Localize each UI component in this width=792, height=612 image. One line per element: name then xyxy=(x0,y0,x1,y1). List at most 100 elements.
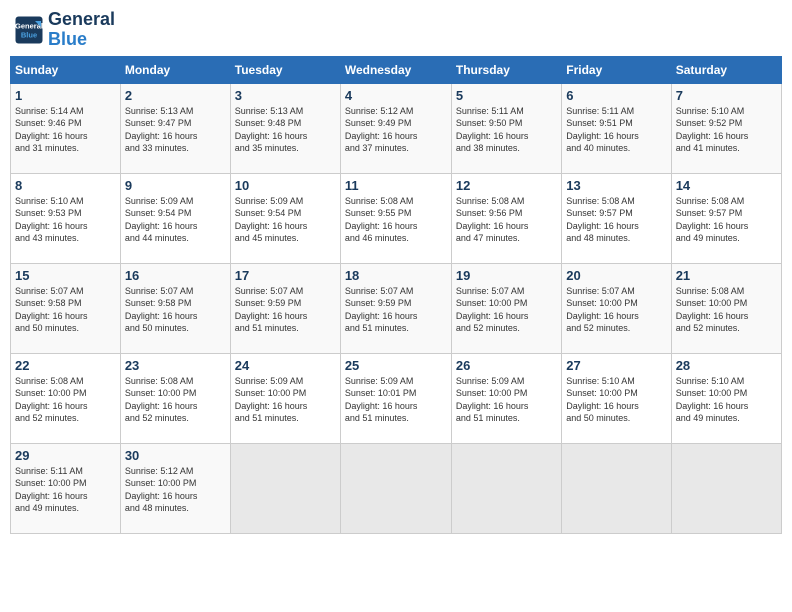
calendar-cell xyxy=(671,443,781,533)
calendar-cell: 4 Sunrise: 5:12 AM Sunset: 9:49 PM Daylig… xyxy=(340,83,451,173)
day-info: Sunrise: 5:10 AM Sunset: 10:00 PM Daylig… xyxy=(566,375,666,425)
calendar-cell: 11 Sunrise: 5:08 AM Sunset: 9:55 PM Dayli… xyxy=(340,173,451,263)
day-info: Sunrise: 5:10 AM Sunset: 9:52 PM Dayligh… xyxy=(676,105,777,155)
day-number: 2 xyxy=(125,88,226,103)
weekday-header-saturday: Saturday xyxy=(671,56,781,83)
day-number: 13 xyxy=(566,178,666,193)
logo-text: General Blue xyxy=(48,10,115,50)
calendar-cell: 23Sunrise: 5:08 AM Sunset: 10:00 PM Dayl… xyxy=(120,353,230,443)
day-info: Sunrise: 5:09 AM Sunset: 9:54 PM Dayligh… xyxy=(235,195,336,245)
calendar-cell: 21 Sunrise: 5:08 AM Sunset: 10:00 PM Dayl… xyxy=(671,263,781,353)
calendar-cell: 10 Sunrise: 5:09 AM Sunset: 9:54 PM Dayli… xyxy=(230,173,340,263)
day-number: 10 xyxy=(235,178,336,193)
day-info: Sunrise: 5:08 AM Sunset: 9:57 PM Dayligh… xyxy=(676,195,777,245)
day-number: 16 xyxy=(125,268,226,283)
day-info: Sunrise: 5:11 AM Sunset: 9:50 PM Dayligh… xyxy=(456,105,557,155)
calendar-cell: 22 Sunrise: 5:08 AM Sunset: 10:00 PM Dayl… xyxy=(11,353,121,443)
day-number: 8 xyxy=(15,178,116,193)
calendar-cell: 9Sunrise: 5:09 AM Sunset: 9:54 PM Daylig… xyxy=(120,173,230,263)
day-info: Sunrise: 5:07 AM Sunset: 9:58 PM Dayligh… xyxy=(15,285,116,335)
day-number: 17 xyxy=(235,268,336,283)
calendar-cell: 1 Sunrise: 5:14 AM Sunset: 9:46 PM Daylig… xyxy=(11,83,121,173)
day-info: Sunrise: 5:07 AM Sunset: 9:59 PM Dayligh… xyxy=(235,285,336,335)
day-info: Sunrise: 5:08 AM Sunset: 10:00 PM Daylig… xyxy=(125,375,226,425)
day-number: 6 xyxy=(566,88,666,103)
calendar-cell: 25Sunrise: 5:09 AM Sunset: 10:01 PM Dayl… xyxy=(340,353,451,443)
day-info: Sunrise: 5:08 AM Sunset: 9:55 PM Dayligh… xyxy=(345,195,447,245)
calendar-cell: 8 Sunrise: 5:10 AM Sunset: 9:53 PM Daylig… xyxy=(11,173,121,263)
calendar-cell xyxy=(562,443,671,533)
day-info: Sunrise: 5:11 AM Sunset: 9:51 PM Dayligh… xyxy=(566,105,666,155)
calendar-cell xyxy=(451,443,561,533)
day-number: 27 xyxy=(566,358,666,373)
calendar-cell: 29Sunrise: 5:11 AM Sunset: 10:00 PM Dayl… xyxy=(11,443,121,533)
day-info: Sunrise: 5:13 AM Sunset: 9:48 PM Dayligh… xyxy=(235,105,336,155)
day-info: Sunrise: 5:08 AM Sunset: 9:56 PM Dayligh… xyxy=(456,195,557,245)
day-info: Sunrise: 5:08 AM Sunset: 10:00 PM Daylig… xyxy=(15,375,116,425)
calendar-cell: 5 Sunrise: 5:11 AM Sunset: 9:50 PM Daylig… xyxy=(451,83,561,173)
weekday-header-sunday: Sunday xyxy=(11,56,121,83)
calendar-cell xyxy=(340,443,451,533)
day-info: Sunrise: 5:09 AM Sunset: 10:00 PM Daylig… xyxy=(456,375,557,425)
calendar-cell: 26 Sunrise: 5:09 AM Sunset: 10:00 PM Dayl… xyxy=(451,353,561,443)
day-number: 30 xyxy=(125,448,226,463)
calendar-cell: 30 Sunrise: 5:12 AM Sunset: 10:00 PM Dayl… xyxy=(120,443,230,533)
calendar-cell: 17 Sunrise: 5:07 AM Sunset: 9:59 PM Dayli… xyxy=(230,263,340,353)
day-info: Sunrise: 5:07 AM Sunset: 10:00 PM Daylig… xyxy=(566,285,666,335)
calendar-cell: 20 Sunrise: 5:07 AM Sunset: 10:00 PM Dayl… xyxy=(562,263,671,353)
calendar-cell: 18Sunrise: 5:07 AM Sunset: 9:59 PM Dayli… xyxy=(340,263,451,353)
day-number: 26 xyxy=(456,358,557,373)
weekday-header-friday: Friday xyxy=(562,56,671,83)
day-info: Sunrise: 5:08 AM Sunset: 10:00 PM Daylig… xyxy=(676,285,777,335)
day-info: Sunrise: 5:07 AM Sunset: 9:58 PM Dayligh… xyxy=(125,285,226,335)
day-info: Sunrise: 5:12 AM Sunset: 10:00 PM Daylig… xyxy=(125,465,226,515)
calendar-cell: 14 Sunrise: 5:08 AM Sunset: 9:57 PM Dayli… xyxy=(671,173,781,263)
calendar-cell: 28 Sunrise: 5:10 AM Sunset: 10:00 PM Dayl… xyxy=(671,353,781,443)
calendar-cell: 2Sunrise: 5:13 AM Sunset: 9:47 PM Daylig… xyxy=(120,83,230,173)
svg-text:Blue: Blue xyxy=(21,30,37,39)
day-info: Sunrise: 5:07 AM Sunset: 10:00 PM Daylig… xyxy=(456,285,557,335)
day-number: 4 xyxy=(345,88,447,103)
day-number: 24 xyxy=(235,358,336,373)
logo: General Blue General Blue xyxy=(14,10,115,50)
day-number: 19 xyxy=(456,268,557,283)
calendar-table: SundayMondayTuesdayWednesdayThursdayFrid… xyxy=(10,56,782,534)
day-number: 1 xyxy=(15,88,116,103)
day-info: Sunrise: 5:12 AM Sunset: 9:49 PM Dayligh… xyxy=(345,105,447,155)
day-number: 11 xyxy=(345,178,447,193)
day-number: 12 xyxy=(456,178,557,193)
weekday-header-tuesday: Tuesday xyxy=(230,56,340,83)
calendar-cell: 24 Sunrise: 5:09 AM Sunset: 10:00 PM Dayl… xyxy=(230,353,340,443)
day-number: 21 xyxy=(676,268,777,283)
day-info: Sunrise: 5:10 AM Sunset: 10:00 PM Daylig… xyxy=(676,375,777,425)
day-number: 14 xyxy=(676,178,777,193)
calendar-cell: 15 Sunrise: 5:07 AM Sunset: 9:58 PM Dayli… xyxy=(11,263,121,353)
day-number: 28 xyxy=(676,358,777,373)
logo-icon: General Blue xyxy=(14,15,44,45)
day-number: 7 xyxy=(676,88,777,103)
day-info: Sunrise: 5:10 AM Sunset: 9:53 PM Dayligh… xyxy=(15,195,116,245)
day-number: 9 xyxy=(125,178,226,193)
day-number: 20 xyxy=(566,268,666,283)
day-number: 5 xyxy=(456,88,557,103)
header: General Blue General Blue xyxy=(10,10,782,50)
day-number: 22 xyxy=(15,358,116,373)
calendar-cell: 12 Sunrise: 5:08 AM Sunset: 9:56 PM Dayli… xyxy=(451,173,561,263)
day-info: Sunrise: 5:08 AM Sunset: 9:57 PM Dayligh… xyxy=(566,195,666,245)
day-number: 25 xyxy=(345,358,447,373)
calendar-week-5: 29Sunrise: 5:11 AM Sunset: 10:00 PM Dayl… xyxy=(11,443,782,533)
calendar-cell xyxy=(230,443,340,533)
day-number: 18 xyxy=(345,268,447,283)
day-info: Sunrise: 5:14 AM Sunset: 9:46 PM Dayligh… xyxy=(15,105,116,155)
calendar-cell: 13 Sunrise: 5:08 AM Sunset: 9:57 PM Dayli… xyxy=(562,173,671,263)
calendar-cell: 27 Sunrise: 5:10 AM Sunset: 10:00 PM Dayl… xyxy=(562,353,671,443)
day-number: 15 xyxy=(15,268,116,283)
calendar-cell: 19 Sunrise: 5:07 AM Sunset: 10:00 PM Dayl… xyxy=(451,263,561,353)
calendar-header-row: SundayMondayTuesdayWednesdayThursdayFrid… xyxy=(11,56,782,83)
weekday-header-monday: Monday xyxy=(120,56,230,83)
calendar-cell: 16 Sunrise: 5:07 AM Sunset: 9:58 PM Dayli… xyxy=(120,263,230,353)
day-info: Sunrise: 5:09 AM Sunset: 10:00 PM Daylig… xyxy=(235,375,336,425)
weekday-header-thursday: Thursday xyxy=(451,56,561,83)
day-number: 29 xyxy=(15,448,116,463)
calendar-week-2: 8 Sunrise: 5:10 AM Sunset: 9:53 PM Daylig… xyxy=(11,173,782,263)
